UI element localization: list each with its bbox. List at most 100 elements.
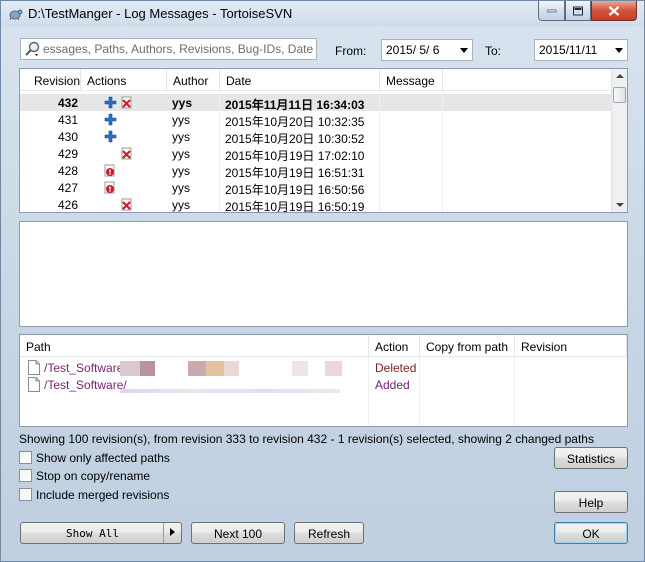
changed-path-row[interactable]: /Test_Software/ Added [20,376,627,393]
changed-paths-header: Path Action Copy from path Revision [20,335,627,357]
revision-actions [104,96,136,110]
status-text: Showing 100 revision(s), from revision 3… [19,432,594,446]
added-icon [104,113,117,126]
close-button[interactable] [591,1,637,21]
show-all-split-button[interactable]: Show All [20,522,182,544]
revision-row[interactable]: 430 yys 2015年10月20日 10:30:52 [20,128,612,146]
blank-icon-slot [104,198,117,211]
redacted-path-segment [120,361,140,376]
column-divider [442,91,443,212]
revision-number: 428 [57,164,78,178]
redacted-path-segment [224,361,239,376]
changed-path-row[interactable]: /Test_Software/ Deleted [20,359,627,376]
blank-icon-slot [104,147,117,160]
revision-author: yys [172,113,190,127]
chevron-down-icon[interactable] [611,40,627,60]
revision-date: 2015年10月19日 16:50:19 [225,200,365,214]
deleted-icon [121,96,132,109]
revision-number: 426 [57,198,78,212]
revision-row[interactable]: 428 yys 2015年10月19日 16:51:31 [20,162,612,180]
revision-list-header: Revision Actions Author Date Message [20,69,612,91]
tortoisesvn-app-icon [9,9,23,21]
changed-path-text: /Test_Software/ [44,361,127,375]
checkbox-label: Show only affected paths [36,451,170,465]
minimize-icon [546,9,556,12]
column-header-message[interactable]: Message [380,69,443,91]
revision-actions [104,113,120,127]
search-box[interactable] [20,38,317,60]
revision-list-scrollbar[interactable] [611,69,627,212]
column-header-author[interactable]: Author [167,69,220,91]
checkbox-label: Stop on copy/rename [36,469,151,483]
maximize-icon [573,6,583,15]
revision-row[interactable]: 431 yys 2015年10月20日 10:32:35 [20,111,612,129]
checkbox-box[interactable] [19,451,32,464]
checkbox-box[interactable] [19,488,32,501]
file-icon [28,360,40,375]
change-action-deleted: Deleted [375,361,417,375]
revision-row[interactable]: 426 yys 2015年10月19日 16:50:19 [20,196,612,214]
revision-number: 429 [57,147,78,161]
maximize-button[interactable] [565,1,591,21]
revision-author: yys [172,147,190,161]
scroll-up-icon[interactable] [616,74,624,78]
column-header-revision[interactable]: Revision [515,335,627,357]
column-divider [379,91,380,212]
revision-actions [104,130,120,144]
chevron-down-icon[interactable] [456,40,472,60]
revision-actions [104,164,120,178]
redacted-path-segment [292,361,308,376]
deleted-icon [121,198,132,211]
revision-row[interactable]: 427 yys 2015年10月19日 16:50:56 [20,179,612,197]
log-messages-window: D:\TestManger - Log Messages - TortoiseS… [0,0,645,562]
revision-author: yys [172,198,190,212]
column-header-actions[interactable]: Actions [81,69,167,91]
checkbox-label: Include merged revisions [36,488,170,502]
search-icon[interactable] [24,41,42,58]
revision-actions [104,181,120,195]
checkbox-box[interactable] [19,469,32,482]
column-header-path[interactable]: Path [20,335,369,357]
column-header-action[interactable]: Action [369,335,420,357]
log-message-pane[interactable] [19,221,628,327]
column-header-revision[interactable]: Revision [20,69,81,91]
to-label: To: [485,44,502,58]
ok-button[interactable]: OK [554,522,628,544]
scroll-down-icon[interactable] [616,203,624,207]
scrollbar-thumb[interactable] [613,87,626,103]
revision-author: yys [172,96,193,110]
revision-row[interactable]: 432 yys 2015年11月11日 16:34:03 [20,94,612,112]
title-bar[interactable]: D:\TestManger - Log Messages - TortoiseS… [1,1,644,27]
revision-actions [104,147,136,161]
column-header-copy-from-path[interactable]: Copy from path [420,335,515,357]
added-icon [104,130,117,143]
chevron-right-icon[interactable] [163,523,181,543]
revision-list[interactable]: Revision Actions Author Date Message 432… [19,68,628,214]
minimize-button[interactable] [538,1,565,21]
next-100-button[interactable]: Next 100 [191,522,285,544]
changed-paths-list[interactable]: Path Action Copy from path Revision /Tes… [19,334,628,427]
column-header-date[interactable]: Date [220,69,380,91]
redacted-path-segment [188,361,206,376]
statistics-button[interactable]: Statistics [554,447,628,469]
from-label: From: [335,44,367,58]
search-input[interactable] [43,41,313,57]
modified-icon [104,164,115,177]
from-date-picker[interactable]: 2015/ 5/ 6 [381,39,473,61]
revision-row[interactable]: 429 yys 2015年10月19日 17:02:10 [20,145,612,163]
change-action-added: Added [375,378,410,392]
revision-number: 432 [57,96,78,110]
refresh-button[interactable]: Refresh [294,522,364,544]
file-icon [28,377,40,392]
redacted-path-segment [140,361,155,376]
close-icon [608,5,620,16]
help-button[interactable]: Help [554,491,628,513]
redacted-path-segment [206,361,224,376]
from-date-value: 2015/ 5/ 6 [386,43,440,57]
column-divider [219,91,220,212]
revision-number: 427 [57,181,78,195]
changed-path-text: /Test_Software/ [44,378,127,392]
to-date-picker[interactable]: 2015/11/11 [534,39,628,61]
deleted-icon [121,147,132,160]
show-all-label: Show All [66,527,119,540]
